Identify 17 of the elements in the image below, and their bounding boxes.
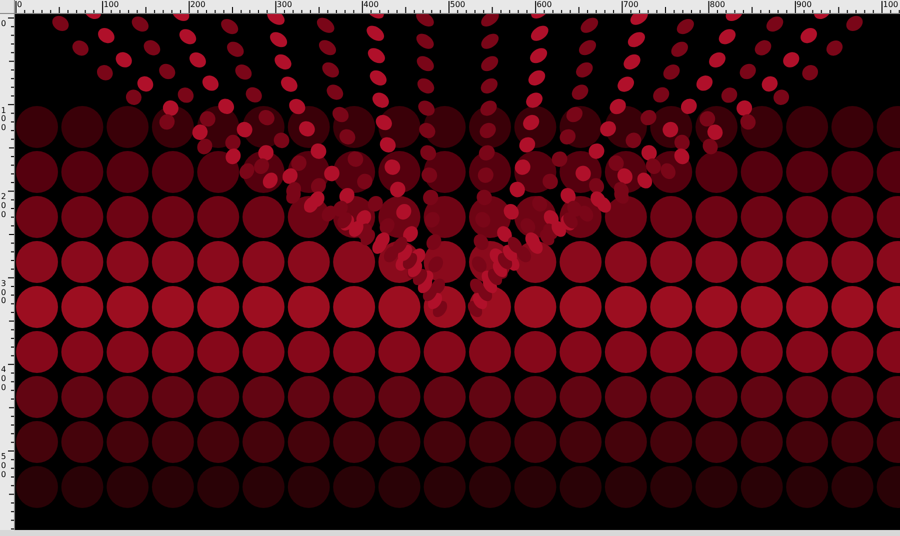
- ruler-label: 500: [450, 0, 466, 9]
- ruler-label: 700: [623, 0, 638, 9]
- ruler-label: 100: [883, 0, 898, 9]
- ruler-label: 800: [710, 0, 726, 9]
- ruler-label: 0: [17, 0, 22, 9]
- ruler-label: 100: [1, 106, 9, 133]
- ruler-label: 900: [796, 0, 812, 9]
- ruler-label: 200: [1, 193, 9, 220]
- ruler-label: 300: [276, 0, 292, 9]
- ruler-label: 500: [1, 453, 9, 480]
- ruler-label: 400: [363, 0, 379, 9]
- ruler-label: 600: [536, 0, 552, 9]
- ruler-label: 0: [1, 20, 9, 29]
- ruler-label: 300: [1, 280, 9, 306]
- ruler-label: 400: [1, 366, 9, 393]
- ruler-label: 200: [190, 0, 206, 9]
- ruler-label: 100: [104, 0, 119, 9]
